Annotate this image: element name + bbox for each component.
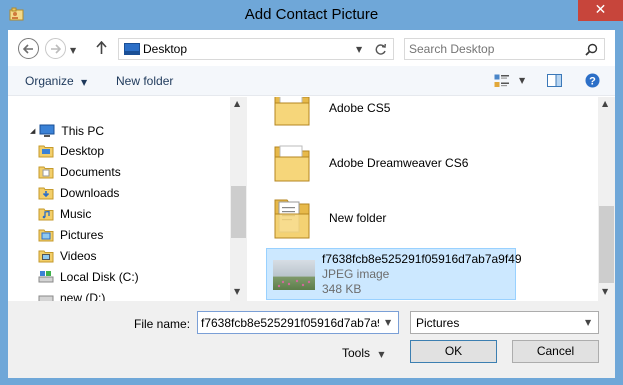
nav-item-desktop[interactable]: Desktop (38, 141, 104, 161)
collapse-arrow-icon[interactable]: ◢ (30, 127, 35, 135)
address-bar[interactable]: Desktop ▼ (118, 38, 394, 60)
address-location[interactable]: Desktop (143, 42, 187, 56)
nav-item-documents[interactable]: Documents (38, 162, 121, 182)
file-name-label: File name: (134, 317, 191, 331)
file-name-field[interactable]: f7638fcb8e525291f05916d7ab7a9f49 ▼ (197, 311, 399, 334)
nav-item-local-disk-c[interactable]: Local Disk (C:) (38, 267, 139, 287)
dialog-window: Add Contact Picture ✕ ▼ Desktop ▼ Search… (0, 0, 623, 385)
navigation-scrollbar[interactable]: ▲ ▼ (230, 97, 247, 301)
image-thumbnail-icon (273, 260, 315, 290)
file-name-input[interactable]: f7638fcb8e525291f05916d7ab7a9f49 (201, 316, 379, 330)
forward-arrow-icon (51, 43, 61, 54)
nav-item-label: Videos (60, 249, 97, 263)
organize-menu[interactable]: Organize ▼ (25, 74, 87, 88)
nav-item-label: new (D:) (60, 291, 106, 301)
close-button[interactable]: ✕ (578, 0, 623, 21)
tools-menu[interactable]: Tools ▼ (342, 346, 385, 360)
view-options-dropdown-icon[interactable]: ▼ (519, 76, 525, 85)
scroll-up-arrow-icon[interactable]: ▲ (602, 99, 608, 108)
nav-item-label: Pictures (60, 228, 104, 242)
search-icon[interactable] (585, 43, 598, 56)
refresh-icon[interactable] (374, 43, 387, 56)
forward-button[interactable] (45, 38, 66, 59)
file-type: JPEG image (322, 267, 390, 281)
dialog-content: ▼ Desktop ▼ Organize (8, 30, 615, 378)
search-input[interactable] (409, 41, 579, 57)
nav-item-label: Local Disk (C:) (60, 270, 139, 284)
file-size: 348 KB (322, 282, 362, 296)
nav-item-label: Desktop (60, 144, 105, 158)
nav-item-label: Downloads (60, 186, 120, 200)
tools-dropdown-icon[interactable]: ▼ (378, 350, 384, 359)
desktop-folder-icon (38, 145, 54, 158)
nav-item-label: Music (60, 207, 92, 221)
file-name: Adobe CS5 (329, 101, 391, 115)
videos-folder-icon (38, 250, 54, 263)
documents-folder-icon (38, 166, 54, 179)
command-bar: Organize ▼ New folder ▼ ? (8, 66, 615, 96)
file-list-scroll-thumb[interactable] (599, 206, 614, 283)
navigation-scroll-thumb[interactable] (231, 186, 246, 238)
disk-icon (38, 271, 54, 283)
pictures-folder-icon (38, 229, 54, 242)
nav-item-label: This PC (61, 124, 105, 138)
nav-item-new-d[interactable]: new (D:) (38, 288, 105, 301)
svg-text:?: ? (589, 76, 596, 88)
file-list-scrollbar[interactable]: ▲ ▼ (598, 97, 615, 301)
tools-label[interactable]: Tools (342, 346, 370, 360)
cancel-button[interactable]: Cancel (512, 340, 599, 363)
file-name: Adobe Dreamweaver CS6 (329, 156, 469, 170)
file-item-selected-image[interactable]: f7638fcb8e525291f05916d7ab7a9f49 JPEG im… (266, 248, 522, 300)
file-type-value[interactable]: Pictures (416, 316, 459, 330)
file-type-select[interactable]: Pictures ▼ (410, 311, 599, 334)
file-item-new-folder[interactable]: New folder (272, 195, 512, 241)
file-details: f7638fcb8e525291f05916d7ab7a9f49 JPEG im… (322, 252, 522, 297)
nav-item-label: Documents (60, 165, 121, 179)
scroll-down-arrow-icon[interactable]: ▼ (602, 287, 608, 296)
navigation-pane: ◢ This PC Desktop Documents Downloads Mu… (8, 97, 229, 301)
folder-icon (274, 199, 310, 239)
up-arrow-icon[interactable] (96, 41, 107, 55)
file-item-adobe-cs5[interactable]: Adobe CS5 (272, 97, 512, 129)
computer-icon (39, 124, 55, 137)
nav-item-this-pc[interactable]: ◢ This PC (30, 121, 104, 141)
address-dropdown-icon[interactable]: ▼ (356, 45, 362, 54)
bottom-panel: File name: f7638fcb8e525291f05916d7ab7a9… (8, 301, 615, 378)
nav-item-videos[interactable]: Videos (38, 246, 96, 266)
disk-icon (38, 295, 54, 301)
organize-dropdown-icon[interactable]: ▼ (81, 78, 87, 87)
change-view-icon[interactable] (494, 74, 510, 88)
search-box[interactable] (404, 38, 605, 60)
new-folder-button[interactable]: New folder (116, 74, 173, 88)
file-list: Adobe CS5 Adobe Dreamweaver CS6 New fold… (266, 97, 596, 301)
nav-item-music[interactable]: Music (38, 204, 91, 224)
file-name: New folder (329, 211, 387, 225)
ok-button[interactable]: OK (410, 340, 497, 363)
organize-label[interactable]: Organize (25, 74, 74, 88)
file-item-adobe-dreamweaver-cs6[interactable]: Adobe Dreamweaver CS6 (272, 142, 512, 184)
folder-icon (274, 145, 310, 182)
back-arrow-icon (23, 43, 33, 54)
folder-icon (274, 97, 310, 126)
back-button[interactable] (18, 38, 39, 59)
preview-pane-icon[interactable] (547, 74, 562, 87)
help-icon[interactable]: ? (585, 73, 600, 88)
window-title: Add Contact Picture (244, 6, 379, 23)
nav-item-pictures[interactable]: Pictures (38, 225, 103, 245)
file-type-dropdown-icon[interactable]: ▼ (585, 318, 591, 327)
file-name-dropdown-icon[interactable]: ▼ (385, 318, 391, 327)
scroll-down-arrow-icon[interactable]: ▼ (234, 287, 240, 296)
music-folder-icon (38, 208, 54, 221)
recent-locations-dropdown[interactable]: ▼ (70, 42, 76, 56)
desktop-icon (124, 43, 140, 55)
downloads-folder-icon (38, 187, 54, 200)
title-bar[interactable]: Add Contact Picture ✕ (0, 0, 623, 30)
nav-item-downloads[interactable]: Downloads (38, 183, 119, 203)
file-name: f7638fcb8e525291f05916d7ab7a9f49 (322, 252, 522, 266)
scroll-up-arrow-icon[interactable]: ▲ (234, 99, 240, 108)
